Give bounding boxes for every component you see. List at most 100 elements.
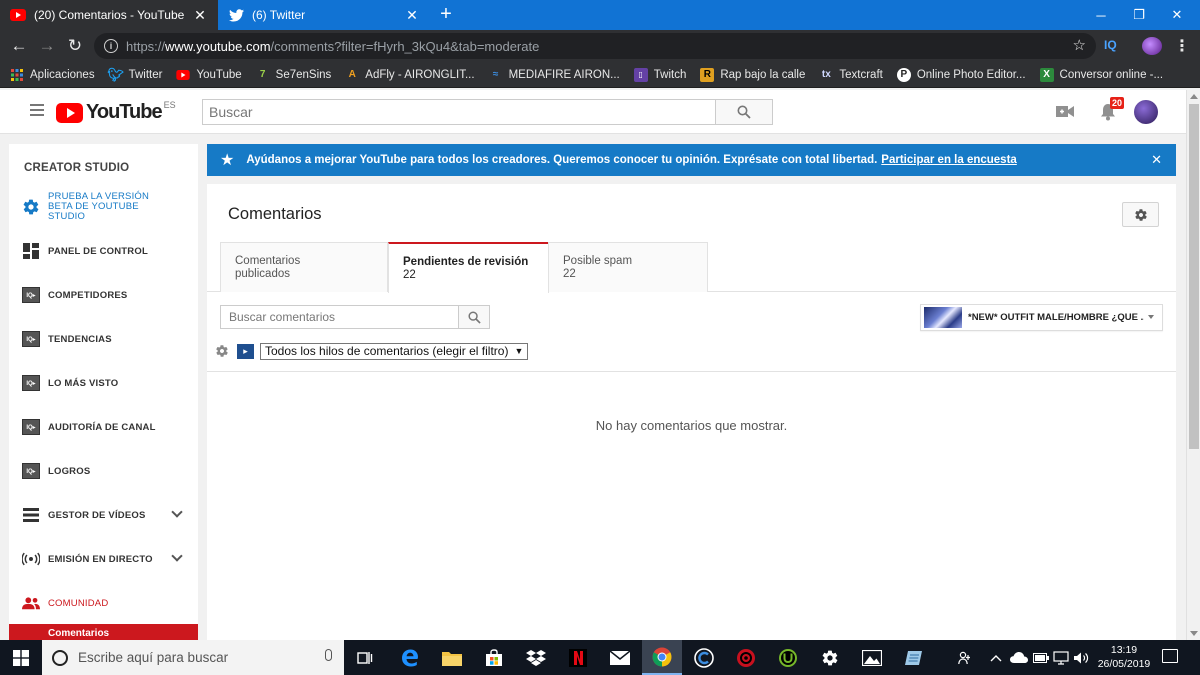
close-icon[interactable]: ✕	[1151, 152, 1162, 168]
settings-button[interactable]	[1122, 202, 1159, 227]
bookmark-twitter[interactable]: 🐦︎ Twitter	[107, 67, 163, 82]
gear-icon[interactable]	[215, 344, 229, 358]
new-tab-button[interactable]: +	[434, 4, 458, 26]
tab-label: Pendientes de revisión	[403, 256, 529, 268]
reload-icon[interactable]: ↻	[64, 35, 86, 57]
utorrent-icon[interactable]	[768, 640, 808, 675]
site-info-icon[interactable]: i	[104, 39, 118, 53]
people-icon[interactable]	[958, 640, 972, 675]
network-icon[interactable]	[1053, 640, 1069, 675]
bookmark-converter[interactable]: X Conversor online -...	[1039, 67, 1163, 82]
sidebar-item-lo-mas-visto[interactable]: IQ▸ LO MÁS VISTO	[9, 368, 198, 398]
empty-state-message: No hay comentarios que mostrar.	[595, 418, 788, 433]
bookmark-star-icon[interactable]: ☆	[1073, 36, 1086, 54]
video-selector[interactable]: *NEW* OUTFIT MALE/HOMBRE ¿QUE ...	[920, 304, 1163, 331]
sidebar-item-emision-en-directo[interactable]: EMISIÓN EN DIRECTO	[9, 544, 198, 574]
sidebar-item-gestor-de-videos[interactable]: GESTOR DE VÍDEOS	[9, 500, 198, 530]
system-clock[interactable]: 13:19 26/05/2019	[1094, 643, 1154, 671]
bookmark-label: Aplicaciones	[30, 68, 95, 81]
tab-twitter[interactable]: (6) Twitter ✕	[218, 0, 430, 30]
tab-comentarios-publicados[interactable]: Comentarios publicados	[220, 242, 388, 292]
video-manager-icon	[22, 506, 40, 524]
task-view-icon[interactable]	[345, 640, 385, 675]
onedrive-icon[interactable]	[1010, 640, 1028, 675]
tab-youtube-comments[interactable]: (20) Comentarios - YouTube ✕	[0, 0, 218, 30]
bookmark-youtube[interactable]: YouTube	[176, 68, 242, 82]
sidebar-item-panel-de-control[interactable]: PANEL DE CONTROL	[9, 236, 198, 266]
sidebar-item-auditoria-de-canal[interactable]: IQ▸ AUDITORÍA DE CANAL	[9, 412, 198, 442]
chevron-down-icon[interactable]	[171, 506, 183, 518]
address-bar[interactable]: i https://www.youtube.com/comments?filte…	[94, 33, 1096, 59]
twitch-icon: ▯	[633, 67, 648, 82]
youtube-logo[interactable]: YouTube ES	[56, 100, 176, 124]
sidebar-item-comunidad[interactable]: COMUNIDAD	[9, 588, 198, 618]
bookmark-adfly[interactable]: A AdFly - AIRONGLIT...	[345, 68, 475, 82]
settings-icon[interactable]	[810, 640, 850, 675]
battery-icon[interactable]	[1033, 640, 1049, 675]
bookmark-photo-editor[interactable]: P Online Photo Editor...	[896, 67, 1026, 82]
file-explorer-icon[interactable]	[432, 640, 472, 675]
close-tab-icon[interactable]: ✕	[192, 7, 208, 23]
sidebar-item-competidores[interactable]: IQ▸ COMPETIDORES	[9, 280, 198, 310]
mail-icon[interactable]	[600, 640, 640, 675]
adfly-icon: A	[348, 69, 356, 80]
dropbox-icon[interactable]	[516, 640, 556, 675]
bookmark-se7ensins[interactable]: 7 Se7enSins	[256, 68, 331, 82]
bookmark-textcraft[interactable]: tx Textcraft	[819, 68, 883, 82]
notepad-icon[interactable]	[894, 640, 934, 675]
scroll-up-icon[interactable]	[1190, 94, 1198, 99]
survey-link[interactable]: Participar en la encuesta	[881, 154, 1017, 166]
sidebar-item-studio-beta[interactable]: PRUEBA LA VERSIÓN BETA DE YOUTUBE STUDIO	[9, 192, 198, 222]
video-title: *NEW* OUTFIT MALE/HOMBRE ¿QUE ...	[968, 312, 1144, 323]
tab-posible-spam[interactable]: Posible spam 22	[548, 242, 708, 292]
account-avatar[interactable]	[1134, 100, 1158, 124]
start-button[interactable]	[0, 640, 42, 675]
bookmark-twitch[interactable]: ▯ Twitch	[633, 67, 686, 82]
vidiq-icon[interactable]: ▸	[237, 343, 254, 359]
sidebar-item-logros[interactable]: IQ▸ LOGROS	[9, 456, 198, 486]
search-input[interactable]: Buscar	[202, 99, 716, 125]
sidebar-subitem-comentarios[interactable]: Comentarios	[9, 624, 198, 640]
tray-chevron-up-icon[interactable]	[990, 640, 1002, 675]
ccleaner-icon[interactable]	[684, 640, 724, 675]
page-scrollbar[interactable]	[1186, 90, 1200, 640]
close-tab-icon[interactable]: ✕	[404, 7, 420, 23]
back-arrow-icon[interactable]: ←	[8, 35, 30, 57]
gear-icon	[1134, 208, 1147, 221]
close-window-icon[interactable]: ✕	[1154, 0, 1200, 30]
netflix-icon[interactable]	[558, 640, 598, 675]
action-center-icon[interactable]	[1162, 649, 1178, 663]
sidebar-item-tendencias[interactable]: IQ▸ TENDENCIAS	[9, 324, 198, 354]
comment-search-button[interactable]	[458, 305, 490, 329]
extension-avatar-icon[interactable]	[1142, 37, 1162, 55]
chrome-icon[interactable]	[642, 640, 682, 675]
forward-arrow-icon[interactable]: →	[36, 35, 58, 57]
chevron-down-icon[interactable]	[171, 550, 183, 562]
antivirus-icon[interactable]	[726, 640, 766, 675]
menu-hamburger-icon[interactable]	[30, 104, 44, 116]
photo-editor-icon: P	[896, 67, 911, 82]
chrome-menu-icon[interactable]: ⋮	[1174, 36, 1190, 56]
edge-icon[interactable]	[390, 640, 430, 675]
bookmark-rap[interactable]: R Rap bajo la calle	[700, 67, 805, 82]
tab-title: (20) Comentarios - YouTube	[34, 8, 185, 22]
store-icon[interactable]	[474, 640, 514, 675]
vidiq-extension-icon[interactable]: IQ	[1104, 38, 1117, 52]
tab-pendientes-de-revision[interactable]: Pendientes de revisión 22	[388, 242, 549, 293]
volume-icon[interactable]	[1073, 640, 1089, 675]
photos-icon[interactable]	[852, 640, 892, 675]
vidiq-icon: IQ▸	[22, 330, 40, 348]
search-button[interactable]	[715, 99, 773, 125]
scrollbar-thumb[interactable]	[1189, 104, 1199, 449]
scroll-down-icon[interactable]	[1190, 631, 1198, 636]
bookmark-mediafire[interactable]: ≈ MEDIAFIRE AIRON...	[489, 68, 620, 82]
taskbar-search-input[interactable]: Escribe aquí para buscar	[42, 640, 344, 675]
comment-search-input[interactable]: Buscar comentarios	[220, 305, 459, 329]
bookmark-aplicaciones[interactable]: Aplicaciones	[10, 68, 95, 82]
upload-video-icon[interactable]	[1056, 105, 1074, 121]
vidiq-icon: IQ▸	[22, 286, 40, 304]
microphone-icon[interactable]	[325, 649, 332, 661]
bookmark-label: Twitter	[128, 68, 163, 81]
tab-label: Comentarios publicados	[235, 255, 301, 280]
comment-filter-select[interactable]: Todos los hilos de comentarios (elegir e…	[260, 342, 529, 360]
